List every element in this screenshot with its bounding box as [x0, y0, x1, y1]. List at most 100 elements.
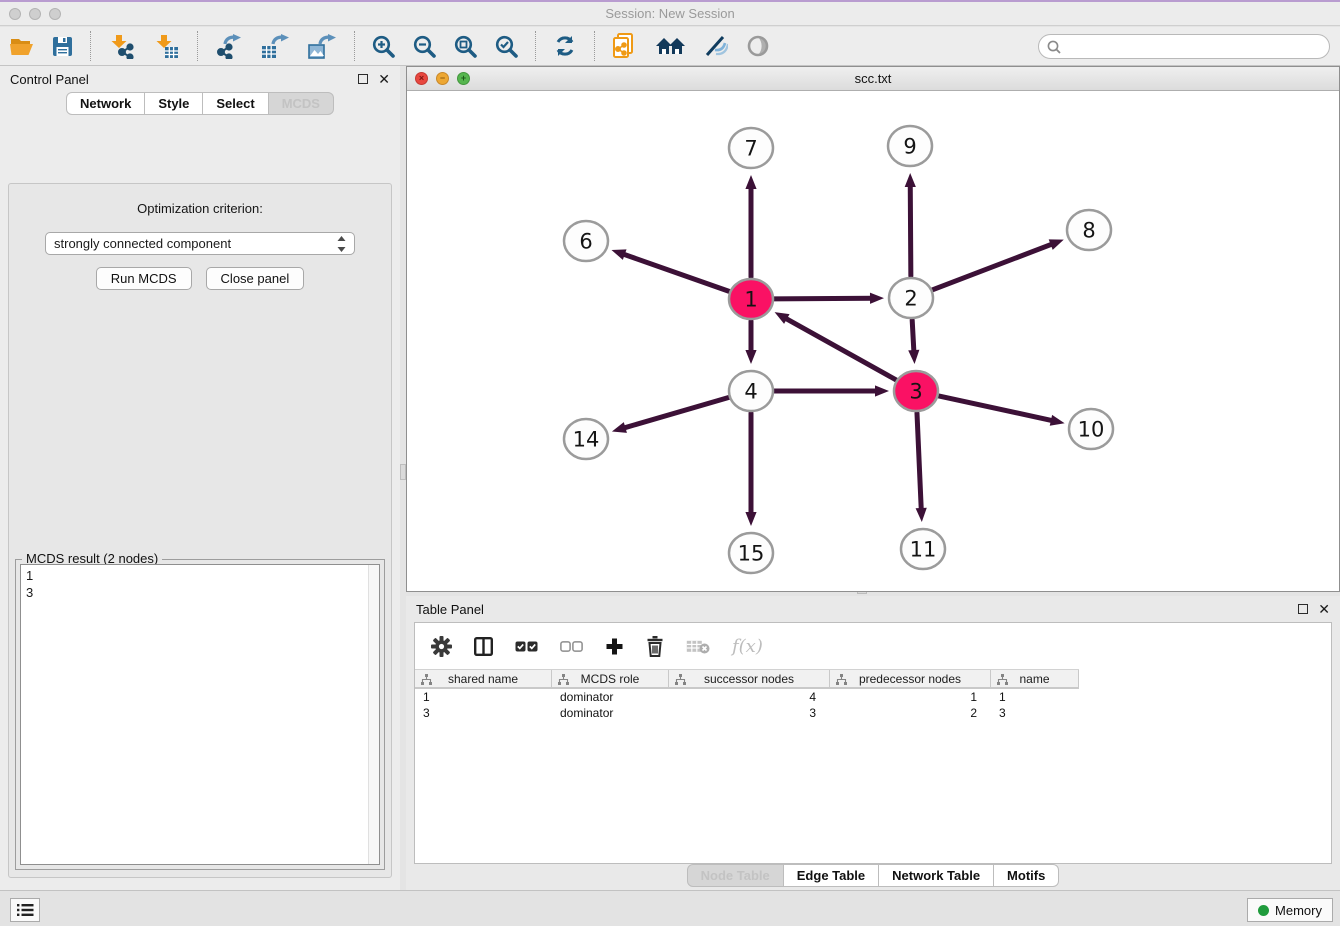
delete-icon[interactable]	[646, 636, 664, 657]
cell-successor-nodes[interactable]: 4	[669, 689, 830, 705]
log-console-button[interactable]	[10, 898, 40, 922]
graph-node-3[interactable]: 3	[894, 371, 938, 411]
cell-predecessor-nodes[interactable]: 2	[830, 705, 991, 721]
graph-edge-3-11[interactable]	[916, 413, 927, 522]
run-mcds-button[interactable]: Run MCDS	[96, 267, 192, 290]
graph-edge-1-7[interactable]	[745, 175, 756, 277]
home-icon[interactable]	[646, 29, 695, 63]
graph-edge-3-10[interactable]	[937, 396, 1064, 426]
graph-edge-3-1[interactable]	[775, 312, 897, 380]
table-toolbar: f(x)	[415, 623, 1331, 669]
refresh-icon[interactable]	[544, 29, 586, 63]
combo-stepper-icon	[337, 236, 346, 252]
graph-node-2[interactable]: 2	[889, 278, 933, 318]
memory-button[interactable]: Memory	[1247, 898, 1333, 922]
gear-icon[interactable]	[431, 636, 452, 657]
show-icon[interactable]	[737, 29, 779, 63]
table-header-row: shared nameMCDS rolesuccessor nodesprede…	[415, 669, 1079, 689]
svg-text:8: 8	[1082, 219, 1095, 243]
table-tab-network-table[interactable]: Network Table	[879, 864, 994, 887]
search-field[interactable]	[1038, 34, 1330, 59]
table-row[interactable]: 1dominator411	[415, 689, 1331, 705]
close-panel-button[interactable]: Close panel	[206, 267, 305, 290]
network-canvas[interactable]: 7 9 6 8 1 2 4 3 14 10 15 11	[407, 91, 1339, 591]
graph-node-10[interactable]: 10	[1069, 409, 1113, 449]
export-network-icon[interactable]	[206, 29, 252, 63]
graph-node-4[interactable]: 4	[729, 371, 773, 411]
graph-node-15[interactable]: 15	[729, 533, 773, 573]
import-table-icon[interactable]	[144, 29, 189, 63]
table-tab-edge-table[interactable]: Edge Table	[784, 864, 879, 887]
column-header-successor-nodes[interactable]: successor nodes	[669, 670, 830, 687]
graph-node-1[interactable]: 1	[729, 279, 773, 319]
graph-edge-1-6[interactable]	[611, 249, 730, 291]
graph-edge-4-14[interactable]	[612, 397, 730, 433]
toolbar-separator	[535, 31, 536, 61]
float-panel-icon[interactable]	[358, 74, 368, 84]
export-image-icon[interactable]	[299, 29, 346, 63]
close-panel-icon[interactable]: ✕	[378, 74, 390, 84]
graph-edge-2-9[interactable]	[905, 173, 916, 276]
control-panel-title: Control Panel	[10, 72, 358, 87]
graph-edge-1-4[interactable]	[745, 321, 756, 364]
deselect-all-icon[interactable]	[560, 641, 583, 652]
result-scrollbar[interactable]	[368, 565, 379, 864]
hide-icon[interactable]	[695, 29, 737, 63]
graph-node-14[interactable]: 14	[564, 419, 608, 459]
cell-shared-name[interactable]: 1	[415, 689, 552, 705]
column-header-predecessor-nodes[interactable]: predecessor nodes	[830, 670, 991, 687]
zoom-fit-icon[interactable]	[445, 29, 486, 63]
graph-node-9[interactable]: 9	[888, 126, 932, 166]
open-folder-icon[interactable]	[0, 29, 43, 63]
graph-edge-4-15[interactable]	[745, 413, 756, 526]
cell-MCDS-role[interactable]: dominator	[552, 689, 669, 705]
search-input[interactable]	[1066, 39, 1329, 54]
optimization-criterion-select[interactable]: strongly connected component	[45, 232, 355, 255]
mcds-result-text[interactable]: 1 3	[20, 564, 380, 865]
select-all-icon[interactable]	[515, 641, 538, 652]
column-header-MCDS-role[interactable]: MCDS role	[552, 670, 669, 687]
tab-mcds[interactable]: MCDS	[269, 92, 334, 115]
memory-status-icon	[1258, 905, 1269, 916]
table-tab-motifs[interactable]: Motifs	[994, 864, 1059, 887]
cell-shared-name[interactable]: 3	[415, 705, 552, 721]
graph-node-6[interactable]: 6	[564, 221, 608, 261]
table-row[interactable]: 3dominator323	[415, 705, 1331, 721]
graph-node-8[interactable]: 8	[1067, 210, 1111, 250]
optimization-criterion-value: strongly connected component	[54, 236, 231, 251]
close-panel-icon[interactable]: ✕	[1318, 604, 1330, 614]
column-header-shared-name[interactable]: shared name	[415, 670, 552, 687]
cell-predecessor-nodes[interactable]: 1	[830, 689, 991, 705]
cell-MCDS-role[interactable]: dominator	[552, 705, 669, 721]
float-panel-icon[interactable]	[1298, 604, 1308, 614]
graph-edge-2-8[interactable]	[932, 239, 1064, 290]
cell-name[interactable]: 1	[991, 689, 1079, 705]
graph-edge-4-3[interactable]	[773, 385, 889, 396]
toolbar-separator	[197, 31, 198, 61]
graph-node-11[interactable]: 11	[901, 529, 945, 569]
svg-text:9: 9	[903, 135, 916, 159]
graph-node-7[interactable]: 7	[729, 128, 773, 168]
tab-select[interactable]: Select	[203, 92, 268, 115]
save-icon[interactable]	[43, 29, 82, 63]
cell-name[interactable]: 3	[991, 705, 1079, 721]
graph-edge-1-2[interactable]	[773, 293, 884, 304]
table-tab-node-table[interactable]: Node Table	[687, 864, 784, 887]
export-table-icon[interactable]	[252, 29, 299, 63]
cell-successor-nodes[interactable]: 3	[669, 705, 830, 721]
svg-text:7: 7	[744, 137, 757, 161]
zoom-selected-icon[interactable]	[486, 29, 527, 63]
toolbar-separator	[354, 31, 355, 61]
columns-icon[interactable]	[474, 637, 493, 656]
add-icon[interactable]	[605, 637, 624, 656]
tab-style[interactable]: Style	[145, 92, 203, 115]
network-window-titlebar[interactable]: × − + scc.txt	[407, 67, 1339, 91]
zoom-in-icon[interactable]	[363, 29, 404, 63]
zoom-out-icon[interactable]	[404, 29, 445, 63]
import-network-icon[interactable]	[99, 29, 144, 63]
graph-edge-2-3[interactable]	[908, 320, 919, 364]
tab-network[interactable]: Network	[66, 92, 145, 115]
column-header-name[interactable]: name	[991, 670, 1079, 687]
new-network-from-selection-icon[interactable]	[603, 29, 646, 63]
memory-label: Memory	[1275, 903, 1322, 918]
